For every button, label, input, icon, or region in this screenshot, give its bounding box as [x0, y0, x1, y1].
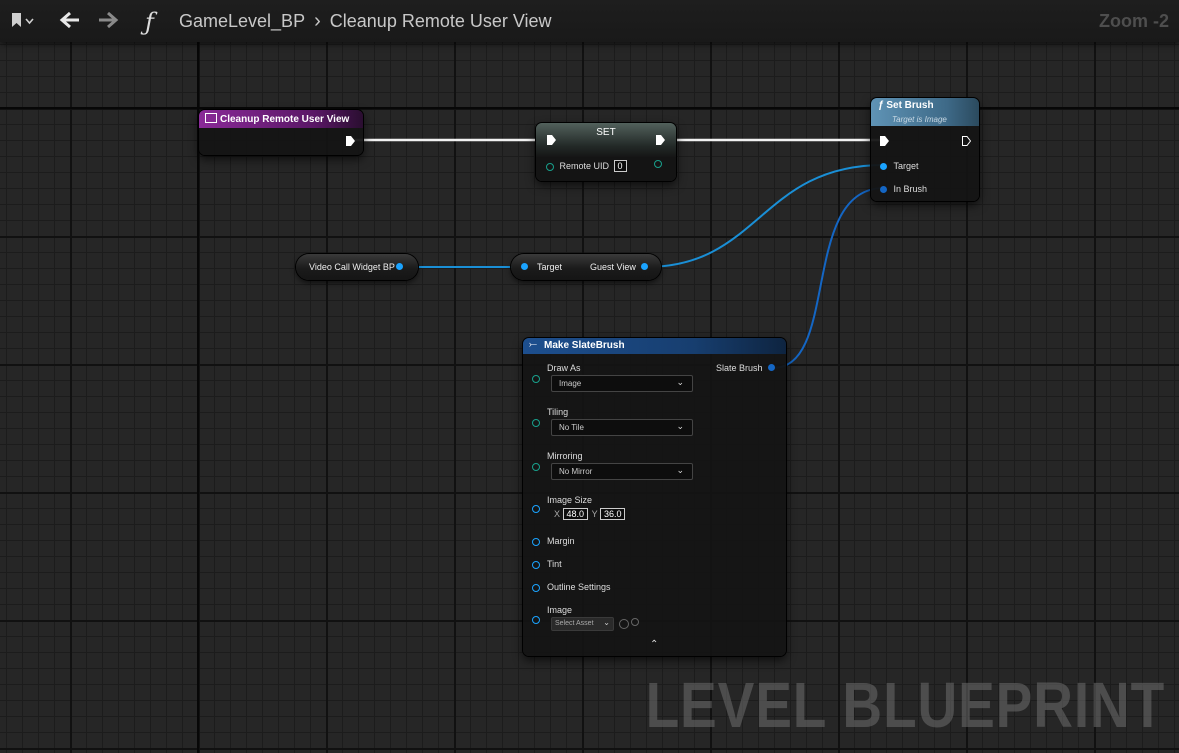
- mirroring-pin[interactable]: [532, 463, 540, 471]
- mirroring-label: Mirroring: [547, 451, 583, 461]
- image-size-x-label: X: [554, 509, 561, 519]
- draw-as-value: Image: [559, 379, 582, 388]
- slate-brush-output-label: Slate Brush: [716, 363, 763, 373]
- set-brush-target-pin[interactable]: [880, 163, 887, 171]
- set-variable-node[interactable]: SET Remote UID 0: [536, 123, 676, 181]
- mirroring-dropdown[interactable]: No Mirror ⌄: [551, 463, 693, 480]
- slate-brush-output-pin[interactable]: [768, 364, 775, 371]
- image-size-pin[interactable]: [532, 505, 540, 513]
- image-size-fields: X 48.0 Y 36.0: [554, 508, 626, 520]
- tiling-dropdown[interactable]: No Tile ⌄: [551, 419, 693, 436]
- chevron-down-icon: ⌄: [676, 421, 684, 431]
- remote-uid-output-pin[interactable]: [654, 160, 662, 168]
- chevron-down-icon: ⌄: [676, 377, 684, 387]
- browse-asset-icon[interactable]: [631, 618, 639, 626]
- breadcrumb-current: Cleanup Remote User View: [329, 11, 552, 31]
- image-asset-value: Select Asset: [555, 620, 594, 627]
- set-brush-subtitle: Target is Image: [892, 115, 947, 124]
- tiling-pin[interactable]: [532, 419, 540, 427]
- tiling-label: Tiling: [547, 407, 569, 417]
- object-wire-guestview-to-settarget: [645, 164, 885, 268]
- video-call-widget-variable-node[interactable]: Video Call Widget BP: [296, 254, 418, 280]
- set-exec-out-pin[interactable]: [656, 135, 665, 145]
- image-size-y-label: Y: [591, 509, 598, 519]
- set-brush-function-node[interactable]: ƒ Set Brush Target is Image Target In Br…: [871, 98, 979, 201]
- guest-view-getter-node[interactable]: Target Guest View: [511, 254, 661, 280]
- set-brush-inbrush-label: In Brush: [893, 184, 928, 194]
- set-brush-target-label: Target: [893, 161, 919, 171]
- bookmark-icon[interactable]: [10, 10, 34, 34]
- breadcrumb-root[interactable]: GameLevel_BP: [179, 11, 305, 31]
- video-call-widget-output-pin[interactable]: [396, 263, 403, 270]
- image-size-y-input[interactable]: 36.0: [599, 508, 626, 520]
- make-slatebrush-header: ⤚ Make SlateBrush: [523, 338, 786, 354]
- chevron-down-icon: ⌄: [603, 618, 610, 627]
- video-call-widget-label: Video Call Widget BP: [309, 262, 395, 272]
- set-brush-exec-in-pin[interactable]: [880, 136, 889, 146]
- use-selected-asset-icon[interactable]: [619, 619, 629, 629]
- function-icon: ƒ: [145, 8, 154, 36]
- event-node-header: Cleanup Remote User View: [199, 110, 363, 128]
- guest-view-target-pin[interactable]: [521, 263, 528, 270]
- event-icon: [205, 113, 217, 123]
- draw-as-dropdown[interactable]: Image ⌄: [551, 375, 693, 392]
- guest-view-target-label: Target: [537, 262, 563, 272]
- event-node-title: Cleanup Remote User View: [220, 114, 350, 125]
- guest-view-output-label: Guest View: [590, 262, 636, 272]
- set-brush-header: ƒ Set Brush Target is Image: [871, 98, 979, 126]
- event-node-cleanup-remote-user-view[interactable]: Cleanup Remote User View: [199, 110, 363, 155]
- remote-uid-input-pin[interactable]: [546, 162, 554, 171]
- image-pin[interactable]: [532, 616, 540, 624]
- chevron-down-icon: ⌄: [676, 465, 684, 475]
- collapse-advanced-icon[interactable]: ⌃: [650, 639, 658, 650]
- tint-label: Tint: [547, 559, 562, 569]
- make-slatebrush-node[interactable]: ⤚ Make SlateBrush Slate Brush Draw As Im…: [523, 338, 786, 656]
- set-remote-uid-row: Remote UID 0: [546, 160, 627, 172]
- function-icon: ƒ: [878, 100, 884, 111]
- outline-settings-label: Outline Settings: [547, 582, 611, 592]
- make-slatebrush-title: Make SlateBrush: [544, 340, 625, 351]
- set-exec-in-pin[interactable]: [547, 135, 556, 145]
- tiling-value: No Tile: [559, 423, 584, 432]
- outline-settings-pin[interactable]: [532, 584, 540, 592]
- zoom-level: Zoom -2: [1099, 11, 1169, 31]
- set-brush-inbrush-row: In Brush: [880, 184, 927, 194]
- image-label: Image: [547, 605, 573, 615]
- image-asset-picker[interactable]: Select Asset ⌄: [551, 617, 614, 631]
- draw-as-label: Draw As: [547, 363, 581, 373]
- graph-toolbar: ƒ GameLevel_BP › Cleanup Remote User Vie…: [0, 0, 1179, 42]
- margin-label: Margin: [547, 536, 575, 546]
- set-brush-inbrush-pin[interactable]: [880, 186, 887, 194]
- guest-view-output-pin[interactable]: [641, 263, 648, 270]
- image-size-x-input[interactable]: 48.0: [562, 508, 589, 520]
- arrow-right-icon[interactable]: [97, 10, 119, 34]
- arrow-left-icon[interactable]: [59, 10, 81, 34]
- set-brush-title: Set Brush: [886, 100, 934, 111]
- image-size-label: Image Size: [547, 495, 593, 505]
- set-node-title: SET: [596, 127, 616, 138]
- event-exec-out-pin[interactable]: [346, 136, 355, 146]
- remote-uid-value-input[interactable]: 0: [613, 160, 627, 172]
- mirroring-value: No Mirror: [559, 467, 593, 476]
- set-brush-exec-out-pin[interactable]: [962, 136, 972, 146]
- margin-pin[interactable]: [532, 538, 540, 546]
- set-brush-target-row: Target: [880, 161, 919, 171]
- breadcrumb: ƒ GameLevel_BP › Cleanup Remote User Vie…: [145, 8, 552, 36]
- make-struct-icon: ⤚: [529, 339, 537, 350]
- breadcrumb-separator: ›: [314, 10, 321, 32]
- struct-wire-slatebrush-to-inbrush: [772, 187, 885, 369]
- remote-uid-label: Remote UID: [559, 161, 610, 171]
- tint-pin[interactable]: [532, 561, 540, 569]
- draw-as-pin[interactable]: [532, 375, 540, 383]
